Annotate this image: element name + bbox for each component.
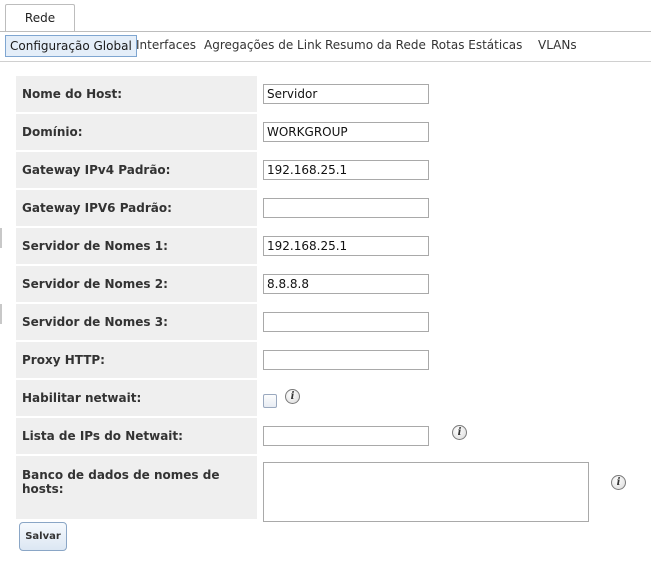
form-row-nameserver-1: Servidor de Nomes 1: 192.168.25.1	[16, 228, 650, 264]
form-row-proxy-http: Proxy HTTP:	[16, 342, 650, 378]
tab-rede[interactable]: Rede	[5, 4, 75, 31]
field-cell	[259, 342, 650, 378]
field-cell: 8.8.8.8	[259, 266, 650, 302]
field-label: Banco de dados de nomes de hosts:	[16, 456, 257, 519]
gateway-ipv6-input[interactable]	[263, 198, 429, 218]
netwait-checkbox[interactable]	[263, 394, 277, 408]
tab-vlans[interactable]: VLANs	[538, 34, 577, 57]
tab-rotas-estaticas[interactable]: Rotas Estáticas	[431, 34, 522, 57]
save-button[interactable]: Salvar	[19, 522, 67, 551]
field-cell: i	[259, 456, 650, 522]
form-row-netwait-ips: Lista de IPs do Netwait: i	[16, 418, 650, 454]
field-label: Gateway IPv4 Padrão:	[16, 152, 257, 188]
domain-input[interactable]: WORKGROUP	[263, 122, 429, 142]
field-cell: i	[259, 418, 650, 454]
form-row-gateway-ipv6: Gateway IPV6 Padrão:	[16, 190, 650, 226]
tab-configuracao-global[interactable]: Configuração Global	[5, 35, 137, 57]
left-edge-marker	[0, 304, 2, 324]
tab-resumo-da-rede[interactable]: Resumo da Rede	[325, 34, 426, 57]
field-cell: WORKGROUP	[259, 114, 650, 150]
subtab-bar: Configuração Global Interfaces Agregaçõe…	[0, 31, 651, 62]
field-label: Nome do Host:	[16, 76, 257, 112]
field-cell: Servidor	[259, 76, 650, 112]
form-row-netwait-enable: Habilitar netwait: i	[16, 380, 650, 416]
field-label: Lista de IPs do Netwait:	[16, 418, 257, 454]
info-icon[interactable]: i	[285, 389, 300, 404]
field-label: Servidor de Nomes 3:	[16, 304, 257, 340]
left-edge-marker	[0, 228, 2, 248]
info-icon[interactable]: i	[452, 425, 467, 440]
field-label: Domínio:	[16, 114, 257, 150]
field-label: Habilitar netwait:	[16, 380, 257, 416]
field-cell: 192.168.25.1	[259, 228, 650, 264]
field-cell: i	[259, 380, 650, 416]
hosts-database-textarea[interactable]	[263, 462, 589, 522]
form-row-hosts-database: Banco de dados de nomes de hosts: i	[16, 456, 650, 522]
top-tab-bar: Rede	[0, 0, 651, 32]
form-row-nameserver-3: Servidor de Nomes 3:	[16, 304, 650, 340]
nameserver-3-input[interactable]	[263, 312, 429, 332]
tab-interfaces[interactable]: Interfaces	[136, 34, 196, 57]
nameserver-1-input[interactable]: 192.168.25.1	[263, 236, 429, 256]
form-row-domain: Domínio: WORKGROUP	[16, 114, 650, 150]
field-cell	[259, 190, 650, 226]
form-row-gateway-ipv4: Gateway IPv4 Padrão: 192.168.25.1	[16, 152, 650, 188]
form-row-hostname: Nome do Host: Servidor	[16, 76, 650, 112]
nameserver-2-input[interactable]: 8.8.8.8	[263, 274, 429, 294]
field-label: Servidor de Nomes 2:	[16, 266, 257, 302]
field-label: Proxy HTTP:	[16, 342, 257, 378]
field-label: Servidor de Nomes 1:	[16, 228, 257, 264]
info-icon[interactable]: i	[611, 475, 626, 490]
hostname-input[interactable]: Servidor	[263, 84, 429, 104]
netwait-ip-list-input[interactable]	[263, 426, 429, 446]
field-label: Gateway IPV6 Padrão:	[16, 190, 257, 226]
tab-agregacoes-de-link[interactable]: Agregações de Link	[204, 34, 322, 57]
gateway-ipv4-input[interactable]: 192.168.25.1	[263, 160, 429, 180]
proxy-http-input[interactable]	[263, 350, 429, 370]
field-cell	[259, 304, 650, 340]
form-row-nameserver-2: Servidor de Nomes 2: 8.8.8.8	[16, 266, 650, 302]
field-cell: 192.168.25.1	[259, 152, 650, 188]
